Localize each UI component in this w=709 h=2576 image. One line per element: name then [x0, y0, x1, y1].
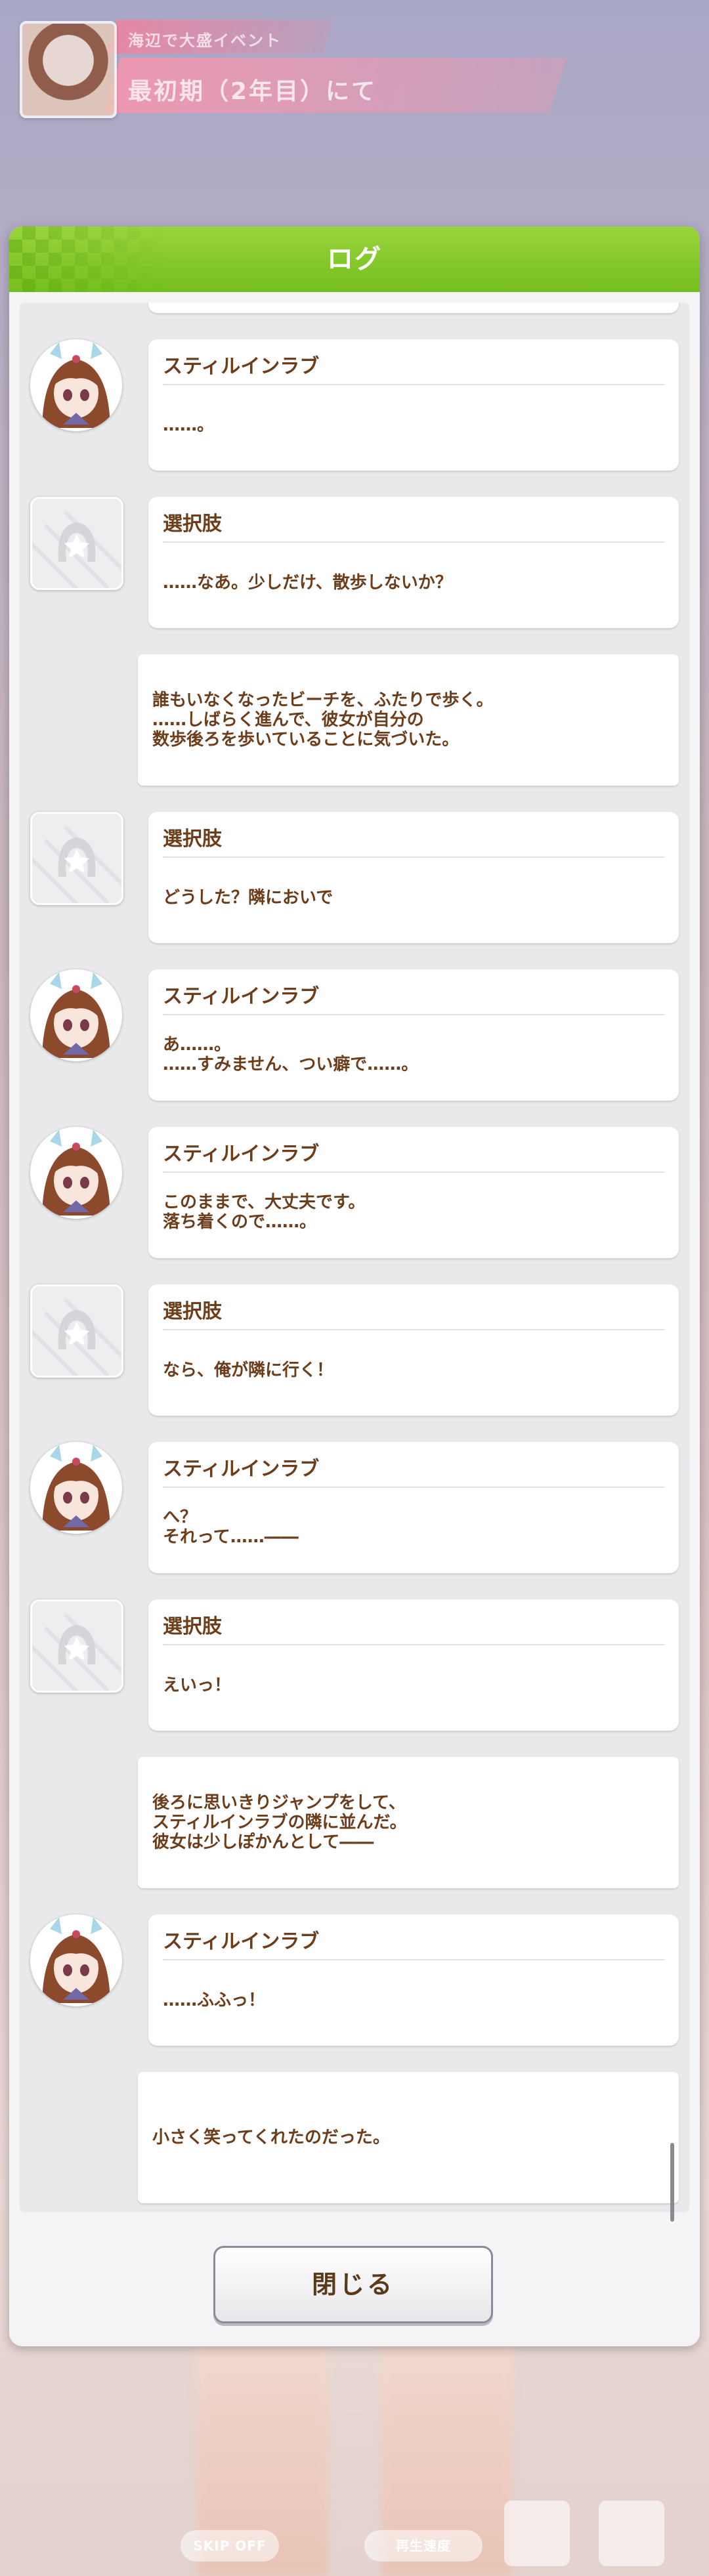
speaker-divider — [163, 856, 664, 858]
playback-speed-button[interactable]: 再生速度 — [364, 2530, 483, 2562]
dialogue-text: あ……。 ……すみません、つい癖で……。 — [163, 1035, 419, 1074]
speaker-divider — [163, 384, 664, 385]
speaker-divider — [163, 1329, 664, 1330]
character-avatar — [30, 969, 122, 1061]
close-button[interactable]: 閉じる — [213, 2246, 493, 2323]
log-entry: スティルインラブあ……。 ……すみません、つい癖で……。 — [20, 969, 689, 1110]
close-button-label: 閉じる — [311, 2270, 395, 2299]
speaker-divider — [163, 1172, 664, 1173]
log-list[interactable]: スティルインラブ ……。選択肢 ……なあ。少しだけ、散歩しないか？ 誰もいなくなったビ… — [20, 303, 689, 2212]
dialogue-text: このままで、大丈夫です。 落ち着くので……。 — [163, 1193, 366, 1232]
speaker-name: スティルインラブ — [163, 1458, 320, 1481]
speaker-name: スティルインラブ — [163, 985, 320, 1008]
dialogue-text: どうした？隣においで — [163, 888, 333, 908]
log-entry: スティルインラブへ？ それって……―― — [20, 1442, 689, 1583]
character-thumbnail — [20, 21, 117, 118]
dialogue-bubble: スティルインラブ ……ふふっ！ — [148, 1914, 679, 2046]
log-entry: 選択肢えいっ！ — [20, 1599, 689, 1741]
dialogue-bubble: 選択肢どうした？隣においで — [148, 812, 679, 943]
dialogue-text: ……なあ。少しだけ、散歩しないか？ — [163, 573, 452, 593]
dialogue-bubble: スティルインラブへ？ それって……―― — [148, 1442, 679, 1573]
character-avatar — [30, 1442, 122, 1534]
choice-icon — [30, 1284, 123, 1378]
log-icon[interactable] — [504, 2501, 570, 2566]
log-entry: 後ろに思いきりジャンプをして、 スティルインラブの隣に並んだ。 彼女は少しぽかん… — [20, 1757, 689, 1898]
log-entry: スティルインラブ ……。 — [20, 339, 689, 480]
dialogue-bubble: 選択肢 ……なあ。少しだけ、散歩しないか？ — [148, 497, 679, 628]
dialogue-text: へ？ それって……―― — [163, 1508, 299, 1547]
log-entry: 小さく笑ってくれたのだった。 — [20, 2072, 689, 2212]
dialogue-text: えいっ！ — [163, 1676, 232, 1695]
speaker-divider — [163, 1487, 664, 1488]
log-title: ログ — [327, 244, 382, 274]
speaker-name: スティルインラブ — [163, 1930, 320, 1953]
dialogue-bubble: スティルインラブこのままで、大丈夫です。 落ち着くので……。 — [148, 1127, 679, 1258]
character-avatar — [30, 1127, 122, 1219]
log-panel: ログ スティルインラブ ……。選択肢 ……なあ。少しだけ、散歩しないか？ 誰もいなくな… — [9, 226, 700, 2346]
speaker-divider — [163, 1014, 664, 1015]
narration-text: 小さく笑ってくれたのだった。 — [152, 2128, 390, 2147]
speaker-name: 選択肢 — [163, 513, 222, 536]
speaker-divider — [163, 1644, 664, 1645]
dialogue-bubble: スティルインラブ ……。 — [148, 339, 679, 471]
banner-event-name: 海辺で大盛イベント — [128, 32, 282, 50]
choice-icon — [30, 812, 123, 905]
banner-period: 最初期（2年目）にて — [128, 78, 377, 105]
speaker-name: 選択肢 — [163, 1300, 222, 1323]
speaker-name: スティルインラブ — [163, 355, 320, 378]
log-entry: 選択肢どうした？隣においで — [20, 812, 689, 953]
log-entry: 選択肢 ……なあ。少しだけ、散歩しないか？ — [20, 497, 689, 638]
log-entry: 誰もいなくなったビーチを、ふたりで歩く。 ……しばらく進んで、彼女が自分の 数歩… — [20, 654, 689, 795]
narration-bubble: 誰もいなくなったビーチを、ふたりで歩く。 ……しばらく進んで、彼女が自分の 数歩… — [138, 654, 679, 786]
dialogue-bubble: 選択肢えいっ！ — [148, 1599, 679, 1731]
speaker-name: 選択肢 — [163, 828, 222, 851]
narration-bubble: 小さく笑ってくれたのだった。 — [138, 2072, 679, 2203]
dialogue-bubble: スティルインラブあ……。 ……すみません、つい癖で……。 — [148, 969, 679, 1101]
character-avatar — [30, 1914, 122, 2006]
dialogue-bubble: 選択肢なら、俺が隣に行く！ — [148, 1284, 679, 1416]
speaker-divider — [163, 1959, 664, 1960]
speaker-divider — [163, 541, 664, 543]
previous-message-partial — [148, 303, 679, 313]
choice-icon — [30, 1599, 123, 1693]
log-entry: スティルインラブこのままで、大丈夫です。 落ち着くので……。 — [20, 1127, 689, 1268]
dialogue-text: ……ふふっ！ — [163, 1991, 266, 2010]
skip-toggle[interactable]: SKIP OFF — [181, 2530, 279, 2562]
choice-icon — [30, 497, 123, 590]
dialogue-text: ……。 — [163, 415, 215, 435]
narration-text: 誰もいなくなったビーチを、ふたりで歩く。 ……しばらく進んで、彼女が自分の 数歩… — [152, 690, 494, 750]
log-header: ログ — [9, 226, 700, 292]
narration-bubble: 後ろに思いきりジャンプをして、 スティルインラブの隣に並んだ。 彼女は少しぽかん… — [138, 1757, 679, 1888]
speaker-name: 選択肢 — [163, 1615, 222, 1638]
narration-text: 後ろに思いきりジャンプをして、 スティルインラブの隣に並んだ。 彼女は少しぽかん… — [152, 1793, 407, 1852]
character-avatar — [30, 339, 122, 431]
location-banner: 海辺で大盛イベント 最初期（2年目）にて — [13, 13, 567, 118]
log-entry: スティルインラブ ……ふふっ！ — [20, 1914, 689, 2056]
log-entry: 選択肢なら、俺が隣に行く！ — [20, 1284, 689, 1425]
log-scrollbar[interactable] — [670, 2143, 674, 2222]
dialogue-text: なら、俺が隣に行く！ — [163, 1361, 334, 1380]
speaker-name: スティルインラブ — [163, 1143, 320, 1166]
menu-icon[interactable] — [599, 2501, 664, 2566]
